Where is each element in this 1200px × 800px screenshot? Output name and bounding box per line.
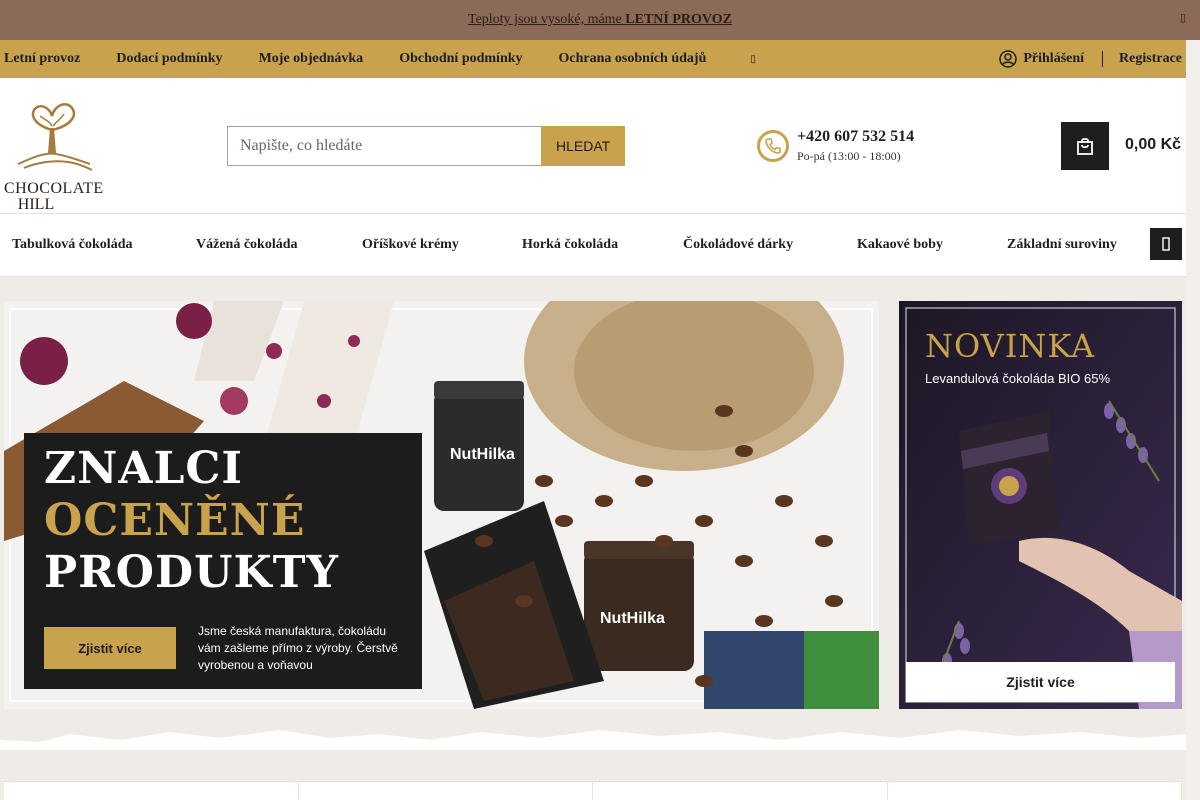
feature-cell bbox=[4, 782, 299, 800]
close-icon[interactable]: ▯ bbox=[1180, 11, 1186, 24]
account-links: Přihlášení Registrace bbox=[999, 40, 1182, 78]
login-label: Přihlášení bbox=[1023, 51, 1085, 66]
phone-contact: +420 607 532 514 Po-pá (13:00 - 18:00) bbox=[757, 128, 914, 164]
subnav-item-moje-objednavka[interactable]: Moje objednávka bbox=[259, 51, 364, 67]
side-banner-subtitle: Levandulová čokoláda BIO 65% bbox=[925, 371, 1111, 386]
svg-text:NutHilka: NutHilka bbox=[600, 610, 665, 627]
search-input[interactable] bbox=[227, 126, 542, 166]
announcement-link[interactable]: Teploty jsou vysoké, máme LETNÍ PROVOZ bbox=[468, 12, 732, 28]
scrollbar[interactable] bbox=[1186, 40, 1200, 800]
side-banner[interactable]: NOVINKA Levandulová čokoláda BIO 65% Zji… bbox=[899, 301, 1182, 709]
menu-icon[interactable] bbox=[1150, 228, 1182, 260]
hero-promo-box: ZNALCI OCENĚNÉ PRODUKTY Zjistit více Jsm… bbox=[24, 433, 422, 689]
category-oriskove-kremy[interactable]: Oříškové krémy bbox=[362, 237, 459, 253]
side-banner-button[interactable]: Zjistit více bbox=[906, 662, 1175, 702]
search-bar: HLEDAT bbox=[227, 126, 625, 166]
hero-headline-line2: OCENĚNÉ bbox=[44, 495, 306, 546]
phone-number[interactable]: +420 607 532 514 bbox=[797, 128, 914, 146]
subnav-item-letni-provoz[interactable]: Letní provoz bbox=[4, 51, 80, 67]
logo[interactable]: CHOCOLATE HILL bbox=[4, 98, 103, 213]
feature-cell bbox=[888, 782, 1182, 800]
hero-headline-line1: ZNALCI bbox=[44, 443, 244, 494]
category-cokoladove-darky[interactable]: Čokoládové dárky bbox=[683, 237, 793, 253]
subnav-item-dodaci-podminky[interactable]: Dodací podmínky bbox=[116, 51, 222, 67]
category-kakaove-boby[interactable]: Kakaové boby bbox=[857, 237, 943, 253]
feature-strip bbox=[4, 781, 1182, 800]
phone-icon bbox=[757, 130, 789, 162]
hero-cta-button[interactable]: Zjistit více bbox=[44, 627, 176, 669]
phone-hours: Po-pá (13:00 - 18:00) bbox=[797, 149, 901, 163]
hero-headline-line3: PRODUKTY bbox=[44, 547, 339, 598]
feature-cell bbox=[299, 782, 593, 800]
category-vazena-cokolada[interactable]: Vážená čokoláda bbox=[196, 237, 298, 253]
site-header: CHOCOLATE HILL HLEDAT +420 607 532 514 P… bbox=[0, 78, 1186, 214]
category-zakladni-suroviny[interactable]: Základní suroviny bbox=[1007, 237, 1117, 253]
divider bbox=[1102, 51, 1104, 67]
hero-description: Jsme česká manufaktura, čokoládu vám zaš… bbox=[198, 624, 398, 672]
login-link[interactable]: Přihlášení bbox=[999, 50, 1084, 68]
user-icon bbox=[999, 50, 1018, 68]
shopping-bag-icon bbox=[1077, 138, 1093, 155]
announcement-bar: Teploty jsou vysoké, máme LETNÍ PROVOZ ▯ bbox=[0, 0, 1200, 40]
search-button[interactable]: HLEDAT bbox=[541, 126, 625, 166]
secondary-nav: Letní provoz Dodací podmínky Moje objedn… bbox=[0, 40, 1186, 78]
svg-text:NutHilka: NutHilka bbox=[450, 446, 515, 463]
category-nav: Tabulková čokoláda Vážená čokoláda Oříšk… bbox=[0, 214, 1186, 277]
subnav-item-ochrana-udaju[interactable]: Ochrana osobních údajů bbox=[559, 51, 707, 67]
register-link[interactable]: Registrace bbox=[1119, 51, 1182, 67]
side-banner-title: NOVINKA bbox=[925, 327, 1096, 365]
category-tabulkova-cokolada[interactable]: Tabulková čokoláda bbox=[12, 237, 132, 253]
feature-cell bbox=[593, 782, 888, 800]
category-horka-cokolada[interactable]: Horká čokoláda bbox=[522, 237, 618, 253]
chevron-right-icon[interactable]: ▯ bbox=[750, 54, 756, 65]
hill-logo-icon bbox=[17, 103, 93, 171]
logo-text-line2: HILL bbox=[17, 196, 55, 213]
hero-banner[interactable]: NutHilka NutHilka ZNALCI OCENĚNÉ PRODUKT… bbox=[4, 301, 879, 709]
subnav-item-obchodni-podminky[interactable]: Obchodní podmínky bbox=[399, 51, 522, 67]
cart-button[interactable] bbox=[1061, 122, 1109, 170]
cart-price[interactable]: 0,00 Kč bbox=[1125, 136, 1181, 154]
torn-paper-divider bbox=[0, 730, 1186, 750]
